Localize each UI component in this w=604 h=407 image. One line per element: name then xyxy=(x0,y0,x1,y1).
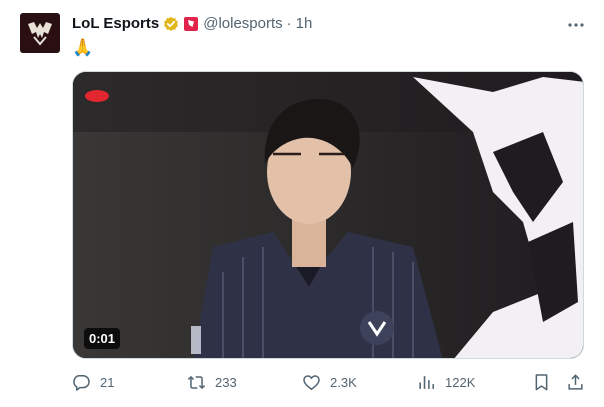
lol-logo-icon xyxy=(28,22,52,46)
tweet-text: 🙏 xyxy=(72,38,94,58)
reply-icon xyxy=(73,374,90,391)
views-count: 122K xyxy=(445,374,476,390)
action-bar: 21 233 2.3K 122K xyxy=(72,371,584,393)
heart-icon xyxy=(303,374,320,390)
reply-button[interactable]: 21 xyxy=(72,371,114,393)
retweet-count: 233 xyxy=(215,374,237,390)
video-frame xyxy=(73,72,583,358)
author-handle[interactable]: @lolesports xyxy=(203,14,282,34)
tweet-header: LoL Esports @lolesports · 1h xyxy=(72,13,312,35)
more-options-button[interactable] xyxy=(566,15,586,35)
share-button[interactable] xyxy=(566,371,585,393)
like-count: 2.3K xyxy=(330,374,357,390)
verified-badge-icon xyxy=(163,16,179,32)
views-button[interactable]: 122K xyxy=(417,371,475,393)
views-icon xyxy=(419,375,435,389)
like-button[interactable]: 2.3K xyxy=(302,371,357,393)
author-name[interactable]: LoL Esports xyxy=(72,14,159,34)
bookmark-icon xyxy=(535,373,548,390)
bookmark-button[interactable] xyxy=(532,371,551,393)
affiliate-badge-icon[interactable] xyxy=(183,16,199,32)
reply-count: 21 xyxy=(100,374,115,390)
avatar[interactable] xyxy=(20,13,60,53)
video-duration: 0:01 xyxy=(84,328,121,349)
retweet-icon xyxy=(187,375,206,389)
video-player[interactable]: 0:01 xyxy=(72,71,584,359)
separator-dot: · xyxy=(286,15,292,32)
share-icon xyxy=(568,373,583,390)
tweet-time[interactable]: 1h xyxy=(296,14,313,34)
retweet-button[interactable]: 233 xyxy=(187,371,237,393)
more-horizontal-icon xyxy=(568,23,584,27)
